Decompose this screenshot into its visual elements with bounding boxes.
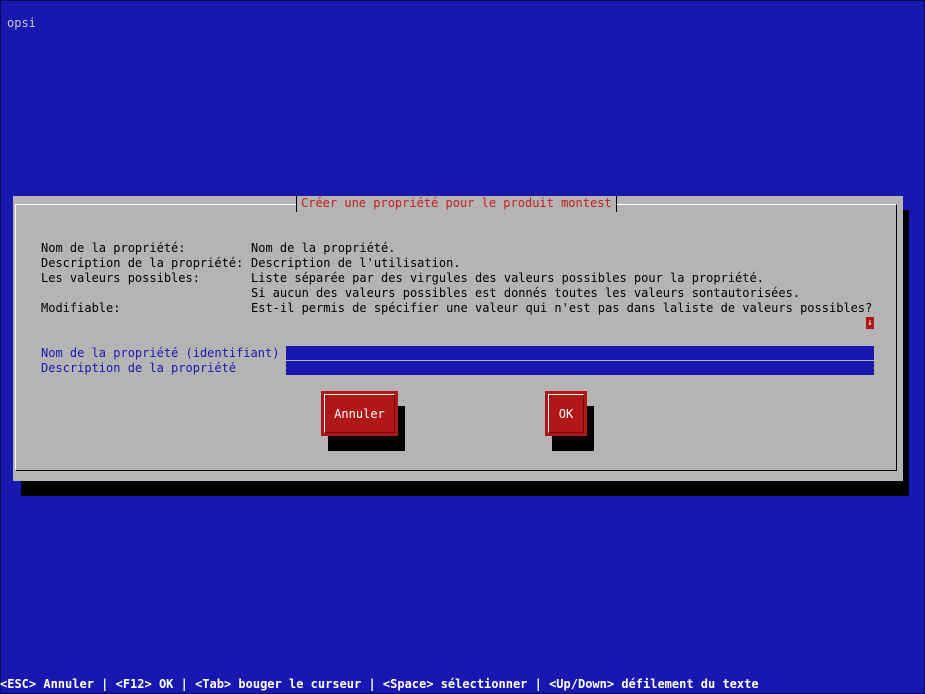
property-id-label: Nom de la propriété (identifiant) [41,346,280,360]
info-text-editable: Est-il permis de spécifier une valeur qu… [251,301,873,315]
property-id-input[interactable] [286,346,874,360]
info-text-name: Nom de la propriété. [251,241,396,255]
dialog-title: Créer une propriété pour le produit mont… [296,196,617,212]
info-label-name: Nom de la propriété: [41,241,186,255]
info-label-description: Description de la propriété: [41,256,244,270]
info-label-possible-values: Les valeurs possibles: [41,271,200,285]
info-text-possible-values-continued: Si aucun des valeurs possibles est donné… [251,286,801,300]
app-title: opsi [7,16,36,30]
cancel-button[interactable]: Annuler [321,391,398,436]
info-label-editable: Modifiable: [41,301,121,315]
ok-button-label: OK [548,394,584,433]
info-text-possible-values: Liste séparée par des virgules des valeu… [251,271,764,285]
create-property-dialog: Créer une propriété pour le produit mont… [13,196,903,481]
ok-button[interactable]: OK [545,391,587,436]
property-description-label: Description de la propriété [41,361,237,375]
info-text-description: Description de l'utilisation. [251,256,461,270]
cancel-button-label: Annuler [324,394,395,433]
keyboard-help-bar: <ESC> Annuler | <F12> OK | <Tab> bouger … [0,677,759,691]
scroll-down-icon[interactable]: ↓ [866,317,874,329]
property-description-input[interactable] [286,361,874,375]
